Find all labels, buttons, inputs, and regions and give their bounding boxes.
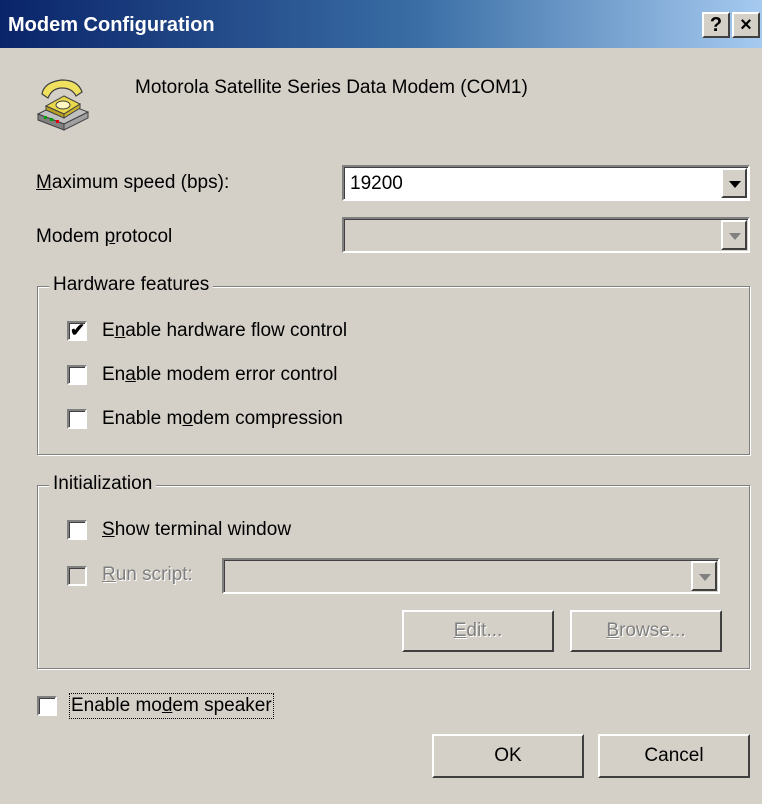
modem-error-control-checkbox[interactable] (67, 365, 87, 385)
chevron-down-icon[interactable] (721, 220, 747, 250)
modem-protocol-label: Modem protocol (36, 226, 173, 247)
ok-button[interactable]: OK (432, 734, 584, 778)
telephone-modem-icon (34, 74, 92, 134)
max-speed-label: Maximum speed (bps): (36, 172, 230, 193)
checkmark-icon: ✔ (70, 320, 86, 340)
run-script-label[interactable]: Run script: (102, 564, 193, 586)
max-speed-value: 19200 (350, 173, 403, 194)
show-terminal-label[interactable]: Show terminal window (102, 519, 291, 541)
window-title: Modem Configuration (8, 14, 215, 36)
edit-button[interactable]: Edit... (402, 610, 554, 652)
close-button[interactable]: × (732, 12, 760, 38)
hardware-flow-control-checkbox[interactable]: ✔ (67, 320, 87, 341)
modem-protocol-select[interactable] (342, 217, 750, 253)
modem-error-control-label[interactable]: Enable modem error control (102, 364, 338, 386)
run-script-select[interactable] (222, 558, 720, 594)
hardware-flow-control-label[interactable]: Enable hardware flow control (102, 320, 347, 342)
chevron-down-icon[interactable] (691, 561, 717, 591)
browse-button[interactable]: Browse... (570, 610, 722, 652)
run-script-checkbox[interactable] (67, 566, 87, 586)
initialization-legend: Initialization (49, 473, 157, 495)
modem-compression-label[interactable]: Enable modem compression (102, 408, 343, 430)
help-icon: ? (709, 14, 723, 36)
device-name: Motorola Satellite Series Data Modem (CO… (135, 77, 528, 98)
close-icon: × (740, 14, 752, 36)
hardware-features-legend: Hardware features (49, 274, 214, 296)
modem-speaker-label[interactable]: Enable modem speaker (69, 693, 274, 719)
modem-speaker-checkbox[interactable] (37, 696, 57, 716)
cancel-button[interactable]: Cancel (598, 734, 750, 778)
max-speed-select[interactable]: 19200 (342, 165, 750, 201)
chevron-down-icon[interactable] (721, 168, 747, 198)
show-terminal-checkbox[interactable] (67, 520, 87, 540)
modem-compression-checkbox[interactable] (67, 409, 87, 429)
help-button[interactable]: ? (702, 12, 730, 38)
